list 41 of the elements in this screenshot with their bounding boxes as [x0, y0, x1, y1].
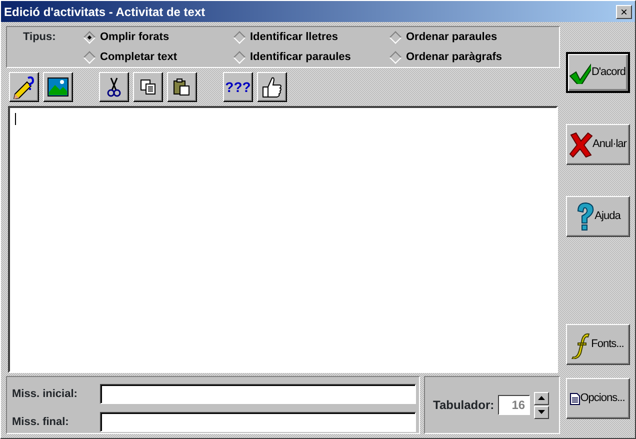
type-label: Tipus:: [23, 30, 57, 45]
toolbar-button[interactable]: [43, 72, 73, 102]
spin-down-button[interactable]: [534, 406, 550, 418]
dialog-button[interactable]: D'acord: [566, 52, 630, 93]
clipboard-icon: [173, 78, 191, 96]
message-label: Miss. inicial:: [12, 386, 78, 402]
toolbar-button[interactable]: [167, 72, 197, 102]
radio-option[interactable]: Omplir forats: [85, 28, 235, 46]
help-button[interactable]: ???: [223, 72, 253, 102]
tab-label: Tabulador:: [433, 397, 494, 414]
scissors-icon: [107, 77, 121, 97]
down-arrow-icon: [538, 410, 546, 414]
question-icon: [574, 202, 595, 232]
toolbar-button[interactable]: [257, 72, 287, 102]
dialog-button[interactable]: Ajuda: [566, 196, 630, 237]
window-title: Edició d'activitats - Activitat de text: [4, 4, 206, 20]
toolbar-button[interactable]: [133, 72, 163, 102]
radio-option[interactable]: Ordenar paraules: [391, 28, 551, 46]
radio-option[interactable]: Identificar lletres: [235, 28, 391, 46]
dialog-button[interactable]: Opcions...: [566, 378, 630, 419]
radio-option[interactable]: Identificar paraules: [235, 48, 391, 66]
spin-up-button[interactable]: [534, 392, 550, 404]
dialog-button[interactable]: Anul·lar: [566, 124, 630, 165]
message-field[interactable]: [100, 384, 416, 404]
radio-option[interactable]: Ordenar paràgrafs: [391, 48, 551, 66]
copy-icon: [140, 79, 156, 95]
thumbs-up-icon: [261, 75, 283, 99]
radio-option[interactable]: Completar text: [85, 48, 235, 66]
message-field[interactable]: [100, 412, 416, 432]
check-icon: [569, 62, 592, 84]
font-icon: [571, 330, 592, 358]
pencil-icon: [12, 75, 36, 99]
image-icon: [47, 77, 69, 97]
document-icon: [570, 392, 580, 404]
up-arrow-icon: [538, 396, 546, 400]
cross-icon: [568, 132, 593, 158]
close-button[interactable]: ×: [616, 4, 632, 18]
toolbar-button[interactable]: [99, 72, 129, 102]
toolbar-button[interactable]: [9, 72, 39, 102]
dialog-button[interactable]: Fonts...: [566, 324, 630, 365]
message-label: Miss. final:: [12, 414, 70, 430]
